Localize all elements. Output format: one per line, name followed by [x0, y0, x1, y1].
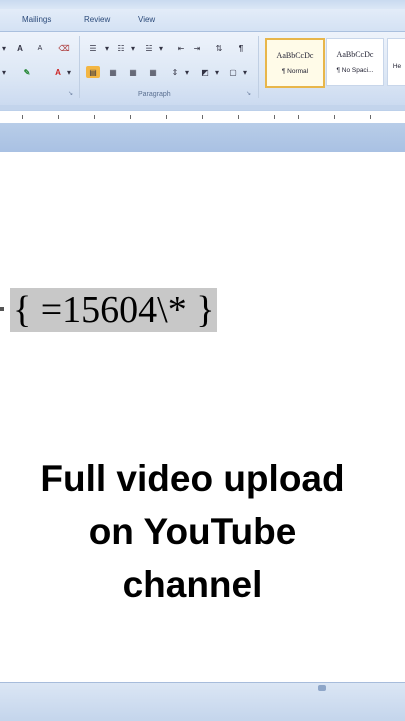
- status-bar: [0, 682, 405, 721]
- font-dialog-launcher-icon[interactable]: ↘: [67, 90, 74, 97]
- style-name: ¶ No Spaci...: [336, 67, 374, 74]
- ribbon-tab-row: Mailings Review View: [0, 9, 405, 31]
- borders-dropdown-icon[interactable]: ▾: [242, 66, 248, 78]
- font-size-dropdown-icon[interactable]: ▾: [0, 42, 8, 54]
- font-color-dropdown-icon[interactable]: ▾: [66, 66, 72, 78]
- paragraph-group-label: Paragraph: [138, 91, 171, 98]
- shrink-font-button[interactable]: A: [35, 42, 45, 54]
- style-normal[interactable]: AaBbCcDc ¶ Normal: [265, 38, 325, 88]
- ruler-tick: [130, 115, 131, 119]
- style-heading-1[interactable]: He: [387, 38, 405, 86]
- text-highlight-icon[interactable]: ✎: [20, 66, 34, 78]
- multilevel-dropdown-icon[interactable]: ▾: [158, 42, 164, 54]
- field-code[interactable]: { =15604\* }: [10, 288, 218, 332]
- font-dropdown-icon[interactable]: ▾: [0, 66, 8, 78]
- multilevel-list-icon[interactable]: ☱: [142, 42, 156, 54]
- bullets-dropdown-icon[interactable]: ▾: [104, 42, 110, 54]
- ruler-tick: [166, 115, 167, 119]
- ruler-tick: [274, 115, 275, 119]
- shading-dropdown-icon[interactable]: ▾: [214, 66, 220, 78]
- ruler-tick: [298, 115, 299, 119]
- video-caption: Full video upload on YouTube channel: [0, 452, 385, 611]
- ruler-tick: [202, 115, 203, 119]
- font-color-button[interactable]: A: [52, 66, 64, 78]
- clear-formatting-icon[interactable]: ⌫: [55, 42, 73, 54]
- ruler-tick: [370, 115, 371, 119]
- style-name: He: [392, 62, 402, 70]
- ruler-tick: [22, 115, 23, 119]
- style-sample: AaBbCcDc: [276, 51, 314, 60]
- paragraph-marker: [0, 307, 4, 311]
- tab-review[interactable]: Review: [84, 15, 110, 24]
- caption-line: on YouTube: [88, 511, 297, 552]
- horizontal-ruler[interactable]: [0, 110, 405, 124]
- borders-icon[interactable]: ▢: [226, 66, 240, 78]
- bullets-icon[interactable]: ☰: [86, 42, 100, 54]
- group-divider: [258, 36, 259, 98]
- numbering-icon[interactable]: ☷: [114, 42, 128, 54]
- ruler-tick: [238, 115, 239, 119]
- ribbon: ▾ A A ⌫ ▾ ✎ A ▾ ↘ ☰ ▾ ☷ ▾ ☱ ▾ ⇤ ⇥ ⇅ ¶ ▤ …: [0, 31, 405, 106]
- tab-view[interactable]: View: [138, 15, 155, 24]
- window-title-strip: [0, 0, 405, 9]
- style-name: ¶ Normal: [281, 68, 309, 75]
- line-spacing-dropdown-icon[interactable]: ▾: [184, 66, 190, 78]
- style-sample: AaBbCcDc: [336, 50, 374, 59]
- align-left-icon[interactable]: ▤: [86, 66, 100, 78]
- caption-line: channel: [122, 564, 263, 605]
- decrease-indent-icon[interactable]: ⇤: [174, 42, 188, 54]
- show-formatting-marks-icon[interactable]: ¶: [234, 42, 248, 54]
- tab-mailings[interactable]: Mailings: [22, 15, 51, 24]
- style-no-spacing[interactable]: AaBbCcDc ¶ No Spaci...: [326, 38, 384, 86]
- line-spacing-icon[interactable]: ⇕: [168, 66, 182, 78]
- sort-icon[interactable]: ⇅: [212, 42, 226, 54]
- shading-icon[interactable]: ◩: [198, 66, 212, 78]
- ruler-tick: [334, 115, 335, 119]
- ruler-tick: [58, 115, 59, 119]
- align-center-icon[interactable]: ▦: [106, 66, 120, 78]
- justify-icon[interactable]: ▦: [146, 66, 160, 78]
- numbering-dropdown-icon[interactable]: ▾: [130, 42, 136, 54]
- caption-line: Full video upload: [40, 458, 345, 499]
- group-divider: [79, 36, 80, 98]
- document-background-strip: [0, 123, 405, 152]
- ruler-tick: [94, 115, 95, 119]
- increase-indent-icon[interactable]: ⇥: [190, 42, 204, 54]
- align-right-icon[interactable]: ▦: [126, 66, 140, 78]
- paragraph-dialog-launcher-icon[interactable]: ↘: [245, 90, 252, 97]
- scroll-handle[interactable]: [318, 685, 326, 691]
- grow-font-button[interactable]: A: [15, 42, 25, 54]
